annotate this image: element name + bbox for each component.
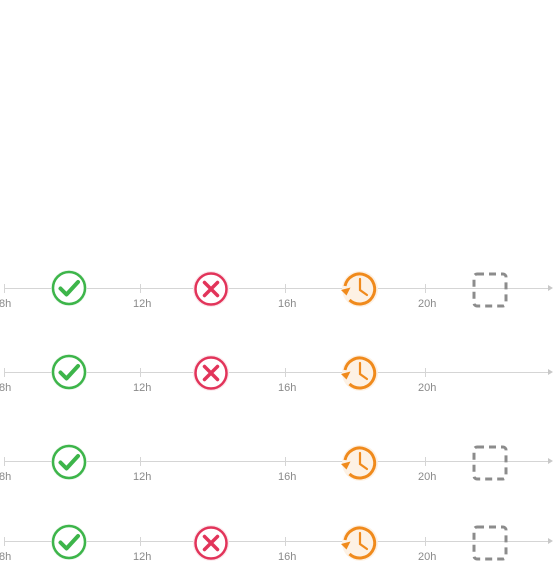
tick-20h xyxy=(425,457,426,466)
axis-start-tick xyxy=(4,457,5,466)
tick-label-16h: 16h xyxy=(278,298,297,310)
tick-16h xyxy=(285,284,286,293)
pending-icon[interactable] xyxy=(471,271,509,309)
tick-16h xyxy=(285,457,286,466)
tick-20h xyxy=(425,368,426,377)
tick-label-20h: 20h xyxy=(418,382,437,394)
tick-12h xyxy=(140,284,141,293)
timeline-row-1: 8h 12h 16h 20h xyxy=(0,260,553,320)
success-icon[interactable] xyxy=(50,353,88,391)
success-icon[interactable] xyxy=(50,443,88,481)
tick-label-16h: 16h xyxy=(278,382,297,394)
scheduled-icon[interactable] xyxy=(340,354,378,392)
tick-label-20h: 20h xyxy=(418,471,437,483)
axis-arrow-icon xyxy=(548,538,553,544)
scheduled-icon[interactable] xyxy=(340,444,378,482)
axis-arrow-icon xyxy=(548,369,553,375)
tick-16h xyxy=(285,537,286,546)
failed-icon[interactable] xyxy=(192,270,230,308)
tick-20h xyxy=(425,537,426,546)
tick-12h xyxy=(140,537,141,546)
axis-arrow-icon xyxy=(548,458,553,464)
tick-label-8h: 8h xyxy=(0,471,12,483)
tick-label-20h: 20h xyxy=(418,298,437,310)
scheduled-icon[interactable] xyxy=(340,270,378,308)
tick-20h xyxy=(425,284,426,293)
tick-12h xyxy=(140,457,141,466)
failed-icon[interactable] xyxy=(192,524,230,562)
tick-16h xyxy=(285,368,286,377)
axis-start-tick xyxy=(4,537,5,546)
tick-label-8h: 8h xyxy=(0,382,12,394)
tick-label-16h: 16h xyxy=(278,551,297,563)
axis-arrow-icon xyxy=(548,285,553,291)
scheduled-icon[interactable] xyxy=(340,524,378,562)
success-icon[interactable] xyxy=(50,269,88,307)
tick-label-12h: 12h xyxy=(133,471,152,483)
axis-start-tick xyxy=(4,284,5,293)
tick-label-12h: 12h xyxy=(133,382,152,394)
timeline-row-2: 8h 12h 16h 20h xyxy=(0,344,553,404)
pending-icon[interactable] xyxy=(471,524,509,562)
tick-label-12h: 12h xyxy=(133,551,152,563)
pending-icon[interactable] xyxy=(471,444,509,482)
timeline-row-4: 8h 12h 16h 20h xyxy=(0,513,553,573)
tick-label-8h: 8h xyxy=(0,298,12,310)
timeline-row-3: 8h 12h 16h 20h xyxy=(0,433,553,493)
tick-label-20h: 20h xyxy=(418,551,437,563)
axis-start-tick xyxy=(4,368,5,377)
tick-label-12h: 12h xyxy=(133,298,152,310)
tick-label-8h: 8h xyxy=(0,551,12,563)
success-icon[interactable] xyxy=(50,523,88,561)
failed-icon[interactable] xyxy=(192,354,230,392)
tick-12h xyxy=(140,368,141,377)
tick-label-16h: 16h xyxy=(278,471,297,483)
